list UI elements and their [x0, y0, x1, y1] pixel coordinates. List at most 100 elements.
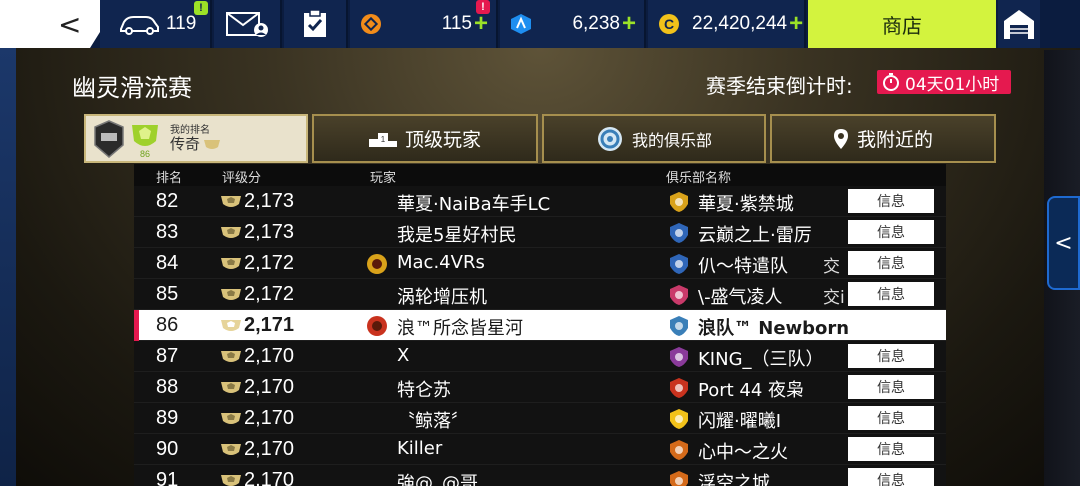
info-button[interactable]: 信息	[848, 406, 934, 430]
row-player-name[interactable]: Mac.4VRs	[397, 252, 485, 273]
leaderboard-header: 排名 评级分 玩家 俱乐部名称	[134, 164, 946, 186]
tab-my-club[interactable]: 我的俱乐部	[542, 114, 766, 163]
table-row[interactable]: 90 2,170 Killer 心中～之火 信息	[134, 434, 946, 465]
row-player-name[interactable]: 涡轮增压机	[397, 283, 487, 309]
row-player-name[interactable]: 我是5星好村民	[397, 221, 516, 247]
legend-badge-icon: 86	[132, 124, 158, 159]
row-player-name[interactable]: 特仑苏	[397, 376, 451, 402]
table-row-current-player[interactable]: 86 2,171 浪™所念皆星河 浪队™ Newborn	[134, 310, 946, 341]
player-badge-icon	[367, 254, 387, 274]
info-button[interactable]: 信息	[848, 344, 934, 368]
row-club-name[interactable]: 華夏·紫禁城	[698, 190, 794, 216]
club-badge-icon	[670, 254, 688, 274]
club-badge-icon	[670, 347, 688, 367]
clipboard-check-icon	[304, 9, 326, 37]
row-rank: 88	[156, 376, 179, 398]
row-club-name[interactable]: 云巅之上·雷厉	[698, 221, 812, 247]
info-button[interactable]: 信息	[848, 189, 934, 213]
table-row[interactable]: 83 2,173 我是5星好村民 云巅之上·雷厉 信息	[134, 217, 946, 248]
club-badge-icon	[670, 409, 688, 429]
row-club-name[interactable]: 仈～特遣队	[698, 252, 788, 278]
row-player-name[interactable]: Killer	[397, 438, 442, 459]
rating-icon	[221, 227, 241, 238]
info-button[interactable]: 信息	[848, 282, 934, 306]
cars-counter[interactable]: 119 !	[100, 0, 212, 48]
table-row[interactable]: 89 2,170 〝鲸落〞 闪耀·曜曦I 信息	[134, 403, 946, 434]
leaderboard-rows: 82 2,173 華夏·NaiBa车手LC 華夏·紫禁城 信息 83 2,173 我是5星好村…	[134, 186, 946, 486]
my-rank-tier: 传奇	[170, 134, 201, 153]
club-badge-icon	[670, 440, 688, 460]
info-button[interactable]: 信息	[848, 468, 934, 486]
blueprints-counter[interactable]: 6,238 +	[500, 0, 646, 48]
shop-button[interactable]: 商店	[808, 0, 996, 48]
table-row[interactable]: 87 2,170 X KING_（三队） 信息	[134, 341, 946, 372]
row-player-name[interactable]: 華夏·NaiBa车手LC	[397, 190, 550, 216]
row-score: 2,170	[244, 376, 295, 398]
info-button[interactable]: 信息	[848, 437, 934, 461]
tab-top-players[interactable]: 1 顶级玩家	[312, 114, 538, 163]
club-badge-icon	[670, 285, 688, 305]
rating-icon	[221, 289, 241, 300]
club-badge-icon	[670, 223, 688, 243]
rank-emblem-icon	[94, 119, 124, 158]
mail-button[interactable]	[214, 0, 282, 48]
tab-top-players-label: 顶级玩家	[404, 129, 481, 151]
club-logo-icon	[597, 126, 622, 151]
row-rank: 91	[156, 469, 179, 486]
rating-icon	[221, 413, 241, 424]
row-club-name[interactable]: 闪耀·曜曦I	[698, 407, 781, 433]
row-player-name[interactable]: 〝鲸落〞	[397, 407, 469, 433]
header-score: 评级分	[222, 171, 262, 186]
row-player-name[interactable]: X	[397, 345, 409, 366]
row-club-name[interactable]: \-盛气凌人	[698, 283, 783, 309]
side-panel-toggle[interactable]: <	[1047, 196, 1080, 290]
cars-count: 119	[166, 13, 197, 34]
svg-text:1: 1	[381, 135, 386, 144]
row-rank: 89	[156, 407, 179, 429]
top-bar: < 119 ! 115 + ! 6,238 + C 22,420,244 + 商…	[0, 0, 1080, 48]
garage-button[interactable]	[998, 0, 1040, 48]
row-club-name[interactable]: KING_（三队）	[698, 345, 824, 371]
row-club-name[interactable]: 浪队™ Newborn	[698, 314, 849, 340]
car-icon	[120, 16, 159, 35]
rating-icon	[221, 320, 241, 331]
row-club-name[interactable]: 浮空之城	[698, 469, 770, 486]
tab-nearby[interactable]: 我附近的	[770, 114, 996, 163]
credits-value: 22,420,244	[692, 13, 788, 34]
table-row[interactable]: 88 2,170 特仑苏 Port 44 夜枭 信息	[134, 372, 946, 403]
blueprints-value: 6,238	[572, 13, 620, 34]
credits-counter[interactable]: C 22,420,244 +	[648, 0, 806, 48]
current-player-marker	[134, 310, 139, 341]
tab-my-rank[interactable]: 86 我的排名 传奇	[84, 114, 308, 163]
event-title: 幽灵滑流赛	[72, 74, 192, 102]
row-player-name[interactable]: 強@_@哥	[397, 469, 478, 486]
row-score: 2,170	[244, 345, 295, 367]
info-button[interactable]: 信息	[848, 251, 934, 275]
row-club-name[interactable]: Port 44 夜枭	[698, 376, 804, 402]
tokens-plus-icon[interactable]: +	[474, 10, 488, 38]
table-row[interactable]: 82 2,173 華夏·NaiBa车手LC 華夏·紫禁城 信息	[134, 186, 946, 217]
row-player-name[interactable]: 浪™所念皆星河	[397, 314, 523, 340]
row-score: 2,173	[244, 190, 295, 212]
tokens-counter[interactable]: 115 + !	[350, 0, 498, 48]
row-score: 2,173	[244, 221, 295, 243]
row-rank: 85	[156, 283, 179, 305]
rating-icon	[221, 382, 241, 393]
missions-button[interactable]	[284, 0, 348, 48]
tokens-alert-badge: !	[476, 0, 490, 14]
info-button[interactable]: 信息	[848, 375, 934, 399]
row-club-name[interactable]: 心中～之火	[698, 438, 788, 464]
club-badge-icon	[670, 471, 688, 486]
info-button[interactable]: 信息	[848, 220, 934, 244]
credits-plus-icon[interactable]: +	[789, 10, 803, 38]
table-row[interactable]: 84 2,172 Mac.4VRs 仈～特遣队 交信息	[134, 248, 946, 279]
tab-my-club-label: 我的俱乐部	[631, 130, 712, 150]
blueprints-plus-icon[interactable]: +	[622, 10, 636, 38]
row-score: 2,172	[244, 283, 295, 305]
rating-icon	[221, 475, 241, 486]
cars-alert-badge: !	[194, 1, 208, 15]
location-pin-icon	[833, 128, 848, 149]
table-row[interactable]: 85 2,172 涡轮增压机 \-盛气凌人 交i 信息	[134, 279, 946, 310]
countdown-value: 04天01小时	[905, 74, 1000, 95]
table-row[interactable]: 91 2,170 強@_@哥 浮空之城 信息	[134, 465, 946, 486]
